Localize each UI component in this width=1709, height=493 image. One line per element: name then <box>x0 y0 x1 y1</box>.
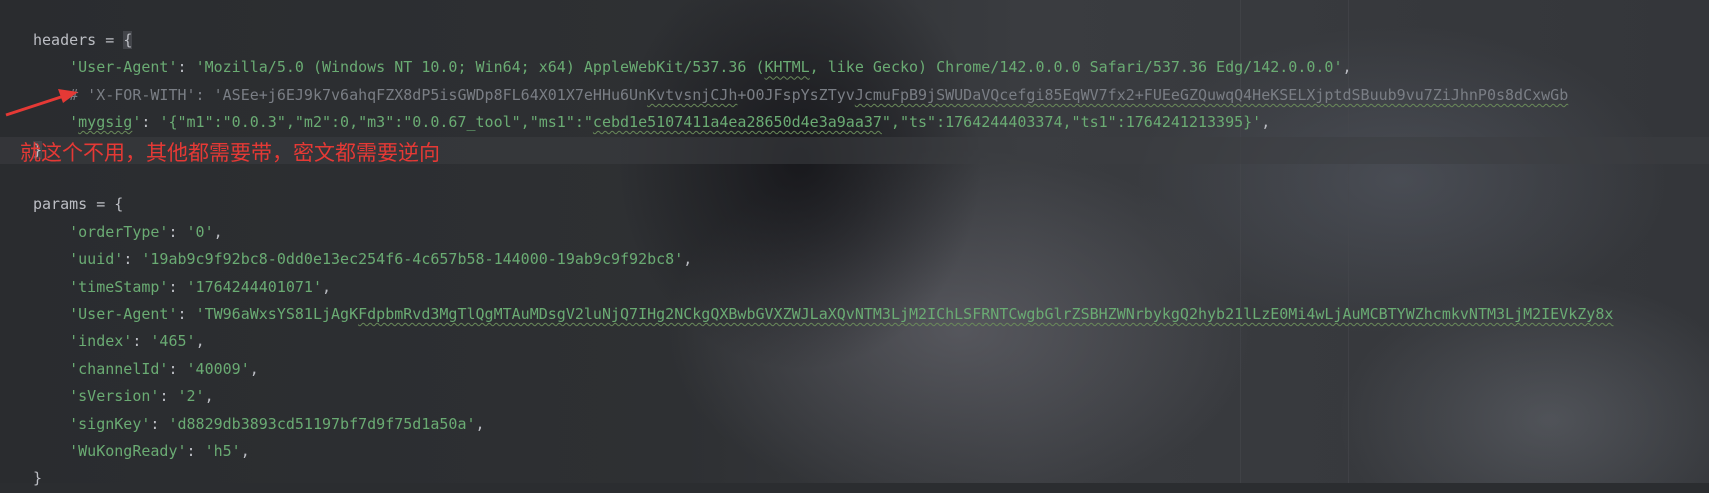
code-token: 'User-Agent' <box>69 305 178 323</box>
code-line[interactable]: headers = { <box>33 27 133 55</box>
red-arrow-icon <box>5 89 78 117</box>
code-line[interactable]: 'WuKongReady': 'h5', <box>33 438 250 466</box>
code-token: +O0JFspYsZTyv <box>737 85 855 104</box>
code-editor[interactable]: headers = { 'User-Agent': 'Mozilla/5.0 (… <box>0 0 1709 487</box>
code-token: 'd8829db3893cd51197bf7d9f75d1a50a' <box>168 414 476 433</box>
code-token: , <box>683 250 693 269</box>
code-token: , <box>195 332 205 351</box>
code-line[interactable]: 'User-Agent': 'TW96aWxsYS81LjAgKFdpbmRvd… <box>33 301 1613 329</box>
code-token: : <box>168 277 187 296</box>
code-token: : <box>177 58 196 77</box>
code-token: , <box>213 222 223 241</box>
code-token: , <box>475 414 485 433</box>
code-token: '19ab9c9f92bc8-0dd0e13ec254f6-4c657b58-1… <box>141 250 684 269</box>
code-token: cebd1e5107411a4ea28650d4e3a9aa37 <box>592 113 882 132</box>
code-token: 'User-Agent' <box>69 58 178 77</box>
code-token: FdpbmRvd3MgTlQgMTAuMDsgV2luNjQ7IHg2NCkgQ… <box>358 305 1614 323</box>
code-token: , <box>1342 58 1352 77</box>
code-token: params = { <box>33 195 124 214</box>
code-token: , <box>322 277 332 296</box>
code-token: KvtvsnjCJh <box>647 85 738 104</box>
code-token: } <box>33 469 43 488</box>
code-token: , <box>249 359 259 378</box>
code-line[interactable]: 'signKey': 'd8829db3893cd51197bf7d9f75d1… <box>33 411 485 439</box>
code-token: ","ts":1764244403374,"ts1":1764241213395… <box>881 113 1262 132</box>
code-line[interactable]: 'timeStamp': '1764244401071', <box>33 274 331 302</box>
code-token: : <box>123 250 142 269</box>
code-token: : <box>132 332 151 351</box>
code-token: JcmuFpB9jSWUDaVQcefgi85EqWV7fx2+FUEeGZQu… <box>854 85 1569 104</box>
code-token: 'timeStamp' <box>69 277 169 296</box>
code-token: 'sVersion' <box>69 387 160 406</box>
code-line[interactable]: 'index': '465', <box>33 328 205 356</box>
code-token: 'orderType' <box>69 222 169 241</box>
code-token: : <box>159 387 178 406</box>
code-token: '{"m1":"0.0.3","m2":0,"m3":"0.0.67_tool"… <box>159 113 593 132</box>
code-line[interactable]: 'User-Agent': 'Mozilla/5.0 (Windows NT 1… <box>33 54 1352 82</box>
code-token: : <box>168 359 187 378</box>
code-token: '2' <box>177 387 205 406</box>
code-token: : <box>177 305 196 323</box>
code-token: : <box>186 442 205 460</box>
code-line[interactable]: 'mygsig': '{"m1":"0.0.3","m2":0,"m3":"0.… <box>33 109 1270 137</box>
code-token: , <box>204 387 214 406</box>
code-token: 'h5' <box>204 442 241 460</box>
code-token: 'index' <box>69 332 133 351</box>
code-token: # 'X-FOR-WITH': 'ASEe+j6EJ9k7v6ahqFZX8dP… <box>33 85 648 104</box>
code-token: KHTML <box>764 58 810 77</box>
code-token: 'channelId' <box>69 359 169 378</box>
code-token: 'signKey' <box>69 414 151 433</box>
code-token: '0' <box>186 222 214 241</box>
code-token: , like Gecko) Chrome/142.0.0.0 Safari/53… <box>809 58 1343 77</box>
code-token: { <box>123 31 133 49</box>
code-token: , <box>1261 113 1271 132</box>
code-token: 'Mozilla/5.0 (Windows NT 10.0; Win64; x6… <box>195 58 765 77</box>
code-line[interactable]: 'uuid': '19ab9c9f92bc8-0dd0e13ec254f6-4c… <box>33 246 692 274</box>
code-token: headers = <box>33 31 124 49</box>
code-token: 'WuKongReady' <box>69 442 187 460</box>
code-token: 'uuid' <box>69 250 124 269</box>
code-token: '40009' <box>186 359 250 378</box>
code-line[interactable]: 'sVersion': '2', <box>33 383 214 411</box>
code-token: : <box>150 414 169 433</box>
code-token: '465' <box>150 332 196 351</box>
code-token: : <box>141 113 160 132</box>
code-line[interactable]: } <box>33 465 42 493</box>
code-token: '1764244401071' <box>186 277 322 296</box>
code-token: , <box>240 442 250 460</box>
annotation-note: 就这个不用，其他都需要带，密文都需要逆向 <box>20 141 440 165</box>
code-line[interactable]: 'orderType': '0', <box>33 219 223 247</box>
code-line[interactable]: # 'X-FOR-WITH': 'ASEe+j6EJ9k7v6ahqFZX8dP… <box>33 82 1568 110</box>
code-line[interactable]: params = { <box>33 191 123 219</box>
code-line[interactable]: 'channelId': '40009', <box>33 356 259 384</box>
code-token: 'TW96aWxsYS81LjAgK <box>195 305 359 323</box>
code-token: : <box>168 222 187 241</box>
